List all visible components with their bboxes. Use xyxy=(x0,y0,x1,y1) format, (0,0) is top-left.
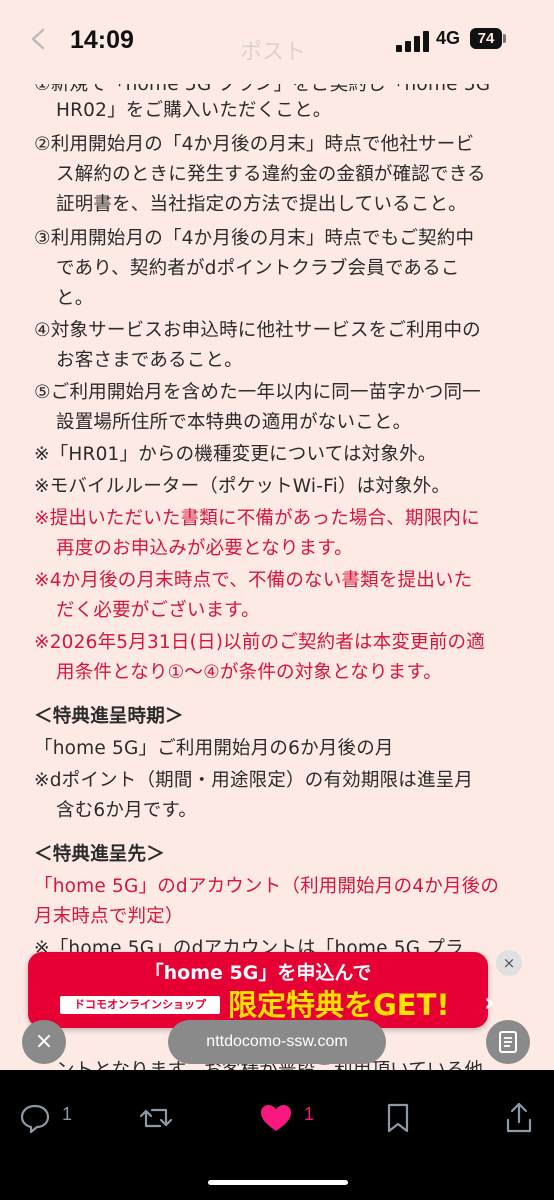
home-indicator xyxy=(208,1180,348,1185)
url-bar[interactable]: nttdocomo-ssw.com xyxy=(168,1020,386,1064)
article-line: ＜特典進呈先＞ xyxy=(34,844,165,865)
article-line: ※4か月後の月末時点で、不備のない書類を提出いた xyxy=(34,570,473,591)
reply-count: 1 xyxy=(62,1104,73,1124)
article-line: 含む6か月です。 xyxy=(56,800,198,821)
repost-icon[interactable] xyxy=(138,1100,174,1136)
heart-icon[interactable] xyxy=(258,1100,294,1136)
reader-icon xyxy=(499,1031,517,1053)
article-line: ※2026年5月31日(日)以前のご契約者は本変更前の適 xyxy=(34,632,485,653)
close-browser-button[interactable]: × xyxy=(22,1020,66,1064)
promo-banner[interactable]: 「home 5G」を申込んで ドコモオンラインショップ 限定特典をGET! › xyxy=(28,952,495,1028)
banner-main-text: 限定特典をGET! xyxy=(228,988,450,1022)
banner-close-icon[interactable]: × xyxy=(496,950,522,976)
article-line: ②利用開始月の「4か月後の月末」時点で他社サービ xyxy=(34,134,475,155)
article-line: と。 xyxy=(56,288,94,309)
header-title: ポスト xyxy=(240,40,307,65)
article-line: 用条件となり①～④が条件の対象となります。 xyxy=(56,662,442,683)
battery-tip xyxy=(503,34,506,43)
battery-icon: 74 xyxy=(470,28,502,49)
article-line: 「home 5G」のdアカウント（利用開始月の4か月後の xyxy=(34,876,500,897)
article-line: ス解約のときに発生する違約金の金額が確認できる xyxy=(56,164,486,185)
reply-icon[interactable] xyxy=(18,1100,52,1136)
status-bar: ポスト 14:09 4G 74 xyxy=(0,0,554,84)
article-line: ④対象サービスお申込時に他社サービスをご利用中の xyxy=(34,320,481,341)
bookmark-icon[interactable] xyxy=(384,1100,412,1136)
article-line: 証明書を、当社指定の方法で提出していること。 xyxy=(56,194,467,215)
article-content: ①新規で「home 5G プラン」をご契約し「home 5G HR02」をご購入い… xyxy=(0,84,554,1070)
article-line: ※モバイルルーター（ポケットWi-Fi）は対象外。 xyxy=(34,476,451,497)
status-time: 14:09 xyxy=(70,26,134,54)
article-line: ⑤ご利用開始月を含めた一年以内に同一苗字かつ同一 xyxy=(34,382,481,403)
network-type: 4G xyxy=(436,28,461,48)
reader-mode-button[interactable] xyxy=(486,1020,530,1064)
banner-shop-label: ドコモオンラインショップ xyxy=(60,996,220,1014)
article-line: ＜特典進呈時期＞ xyxy=(34,706,184,727)
article-line: お客さまであること。 xyxy=(56,350,243,371)
article-line: ③利用開始月の「4か月後の月末」時点でもご契約中 xyxy=(34,228,475,249)
article-line: 月末時点で判定） xyxy=(34,906,184,927)
article-line: 「home 5G」ご利用開始月の6か月後の月 xyxy=(34,738,394,759)
article-line: 再度のお申込みが必要となります。 xyxy=(56,538,353,559)
article-line: だく必要がございます。 xyxy=(56,600,260,621)
like-count: 1 xyxy=(304,1104,315,1124)
article-line: 設置場所住所で本特典の適用がないこと。 xyxy=(56,412,412,433)
share-icon[interactable] xyxy=(504,1100,534,1136)
chevron-right-icon: › xyxy=(484,988,495,1018)
article-line: ※提出いただいた書類に不備があった場合、期限内に xyxy=(34,508,480,529)
signal-icon xyxy=(396,30,432,52)
article-line: ※「HR01」からの機種変更については対象外。 xyxy=(34,444,437,465)
banner-headline: 「home 5G」を申込んで xyxy=(144,962,372,984)
article-line: ※dポイント（期間・用途限定）の有効期限は進呈月 xyxy=(34,770,474,791)
back-arrow-icon[interactable] xyxy=(28,28,50,50)
article-line: であり、契約者がdポイントクラブ会員であるこ xyxy=(56,258,460,279)
article-line: HR02」をご購入いただくこと。 xyxy=(56,100,332,121)
